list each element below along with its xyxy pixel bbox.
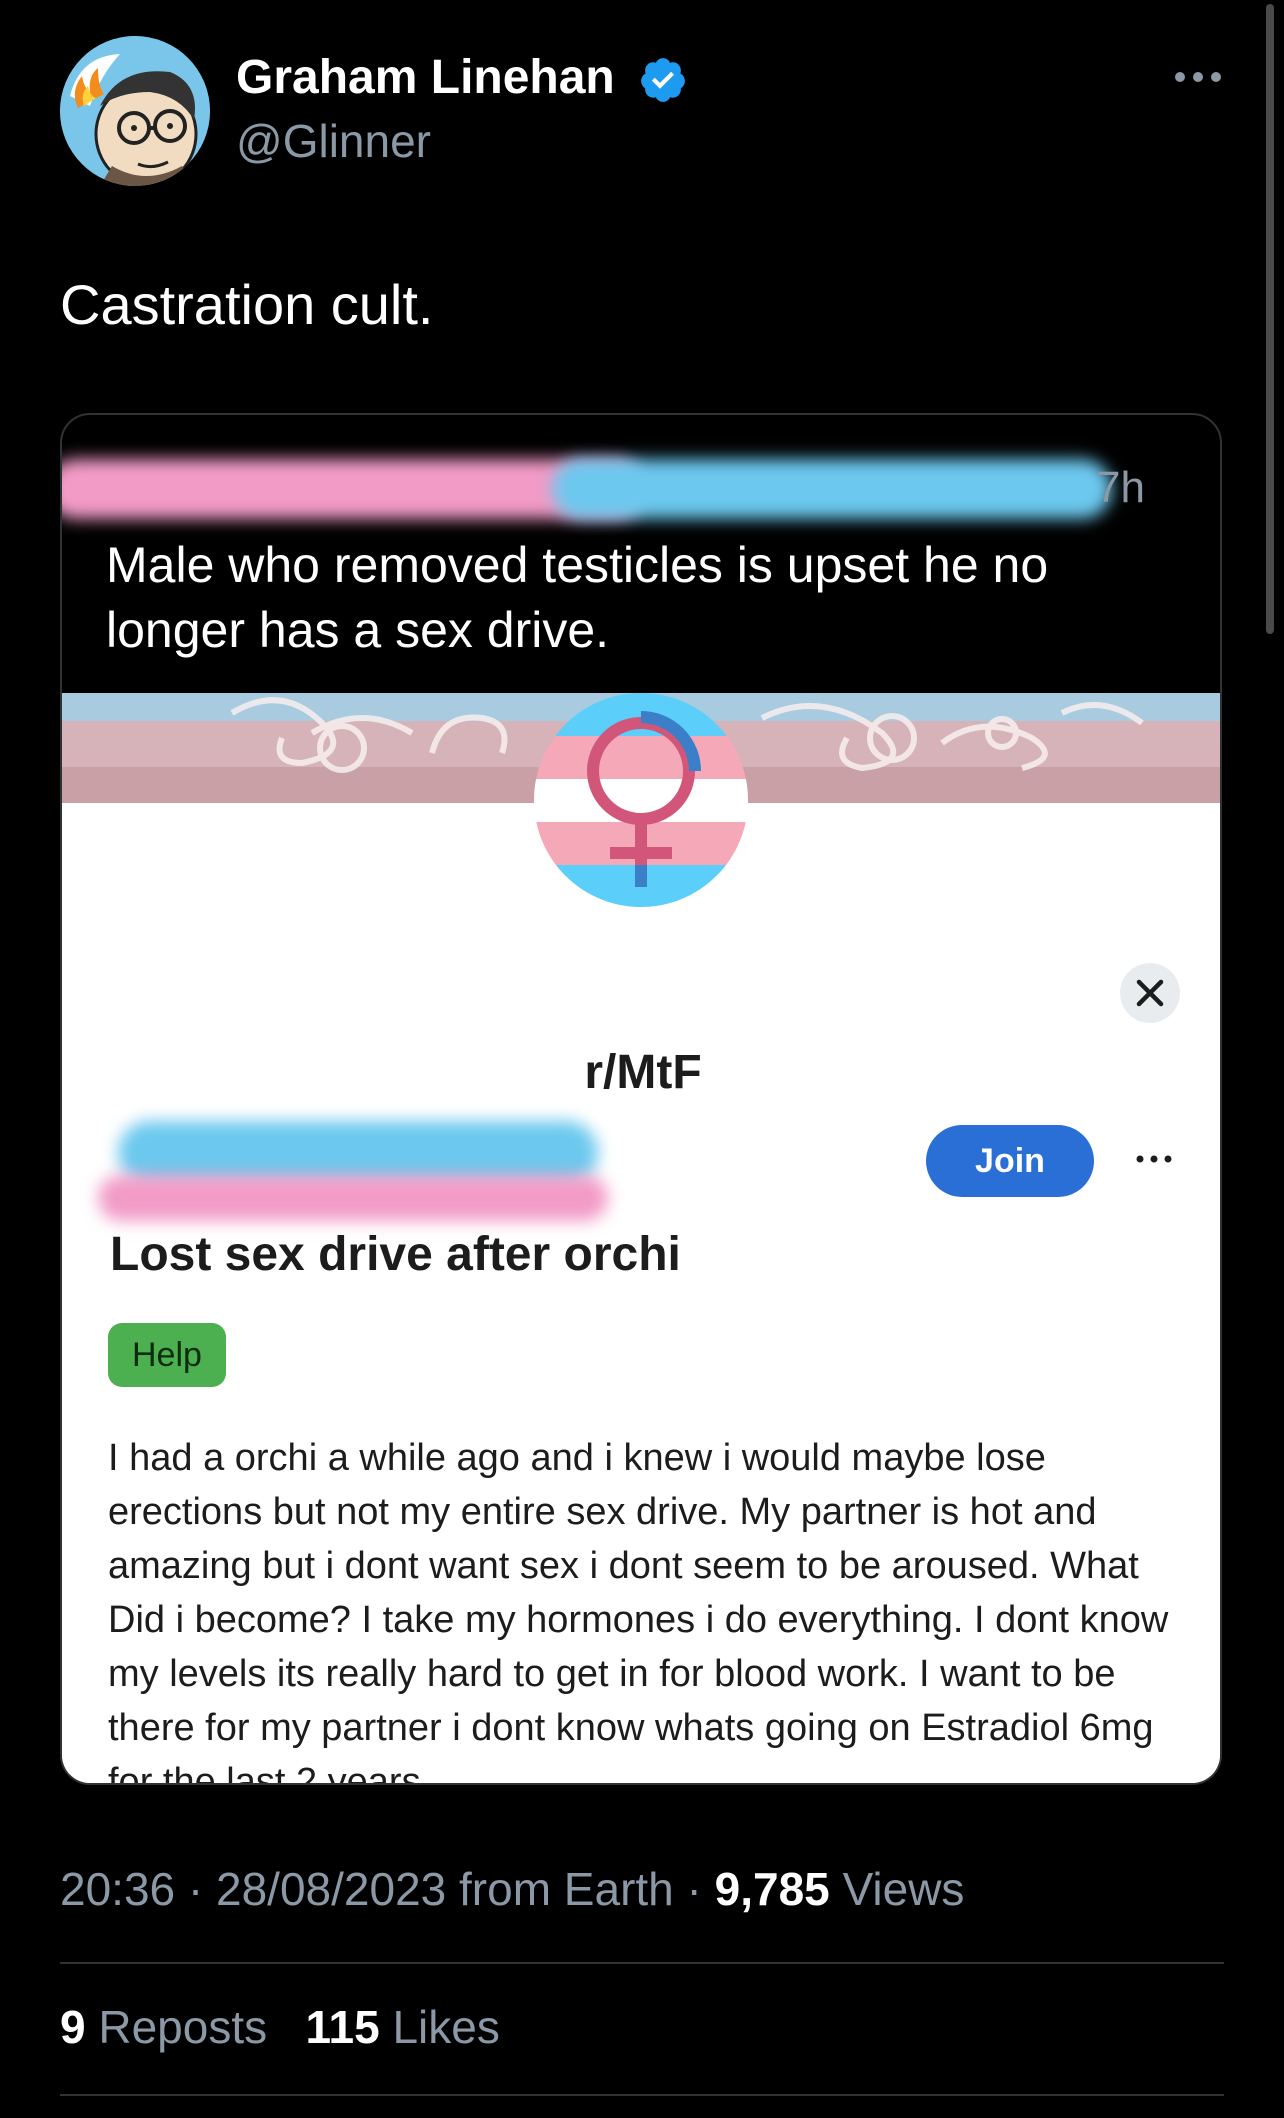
close-icon	[1136, 979, 1164, 1007]
quoted-tweet-time: 7h	[1096, 463, 1145, 512]
divider-bottom	[60, 2094, 1224, 2096]
reposts-label: Reposts	[98, 2001, 268, 2053]
likes-link[interactable]: 115 Likes	[305, 2001, 499, 2053]
tweet-meta: 20:36 · 28/08/2023 from Earth · 9,785 Vi…	[60, 1863, 965, 1915]
post-flair: Help	[108, 1323, 226, 1387]
tweet-text: Castration cult.	[60, 273, 434, 336]
reddit-screenshot[interactable]: r/MtF Join Lost sex drive after orchi He…	[62, 693, 1220, 1785]
scrollbar[interactable]	[1266, 4, 1274, 634]
reposts-count: 9	[60, 2001, 86, 2053]
post-more-icon[interactable]	[1134, 1149, 1174, 1169]
tweet-date[interactable]: 28/08/2023	[216, 1863, 446, 1915]
subreddit-name[interactable]: r/MtF	[62, 1045, 1220, 1100]
likes-label: Likes	[392, 2001, 500, 2053]
post-body: I had a orchi a while ago and i knew i w…	[108, 1437, 1169, 1785]
likes-count: 115	[305, 2001, 380, 2053]
quoted-tweet-header: 7h Male who removed testicles is upset h…	[62, 415, 1220, 693]
views-label: Views	[842, 1863, 965, 1915]
more-options-icon[interactable]	[1170, 62, 1226, 92]
post-title: Lost sex drive after orchi	[110, 1228, 681, 1281]
author-avatar[interactable]	[60, 36, 210, 186]
author-handle[interactable]: @Glinner	[236, 114, 431, 168]
redacted-username-pink	[98, 1175, 608, 1221]
views-count: 9,785	[714, 1863, 830, 1915]
quoted-tweet-card[interactable]: 7h Male who removed testicles is upset h…	[60, 413, 1222, 1785]
join-button[interactable]: Join	[926, 1125, 1094, 1197]
quoted-tweet-text: Male who removed testicles is upset he n…	[106, 537, 1049, 658]
venus-symbol-icon	[534, 693, 748, 907]
tweet-source: from Earth	[459, 1863, 674, 1915]
tweet-time[interactable]: 20:36	[60, 1863, 175, 1915]
redacted-name-blue	[552, 459, 1112, 519]
reddit-sheet: r/MtF Join Lost sex drive after orchi He…	[62, 803, 1220, 1785]
author-display-name[interactable]: Graham Linehan	[236, 50, 615, 105]
engagement-stats: 9 Reposts 115 Likes	[60, 2000, 500, 2054]
verified-badge-icon	[641, 58, 685, 102]
divider-top	[60, 1962, 1224, 1964]
close-button[interactable]	[1120, 963, 1180, 1023]
reposts-link[interactable]: 9 Reposts	[60, 2001, 267, 2053]
subreddit-icon	[534, 693, 748, 907]
